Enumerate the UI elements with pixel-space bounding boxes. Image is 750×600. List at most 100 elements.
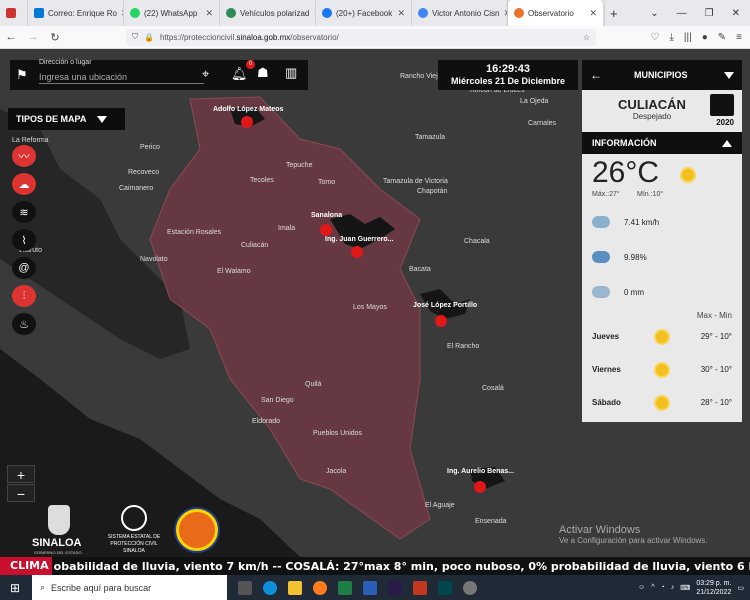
dam-marker-jose-lopez-portillo[interactable] [435,315,447,327]
extensions-icon[interactable]: ✎ [718,32,726,43]
firefox-icon[interactable] [313,580,327,595]
pulse-layer-icon[interactable]: ⌇ [12,229,36,251]
cloud-layer-icon[interactable]: ☁ [12,173,36,195]
buildings-icon[interactable]: ▥ [285,65,297,81]
file-explorer-icon[interactable] [288,580,302,595]
map-type-dropdown[interactable]: TIPOS DE MAPA [8,108,125,130]
map-label: El Aguaje [425,502,455,509]
map-label: Ing. Aurelio Benas... [447,468,514,475]
civil-protection-badge-logo [176,509,218,551]
app-icon[interactable] [463,580,477,595]
downloads-icon[interactable]: ⤓ [670,32,674,43]
rain-icon [592,286,610,298]
word-icon[interactable] [363,580,377,595]
tab-google[interactable]: Victor Antonio Cisn✕ [412,0,508,26]
search-input[interactable] [39,70,204,84]
tab-whatsapp[interactable]: (22) WhatsApp ✕ [124,0,220,26]
facebook-icon [322,8,332,18]
audition-icon[interactable] [438,580,452,595]
city-year: 2020 [716,118,734,127]
sepc-line1: SISTEMA ESTATAL DE [107,534,161,540]
dam-marker-juan-guerrero[interactable] [351,246,363,258]
back-arrow-icon[interactable]: ← [590,68,602,82]
close-tab-icon[interactable]: ✕ [201,8,213,19]
tab-observatorio[interactable]: Observatorio ✕ [508,0,604,26]
hurricane-layer-icon[interactable]: @ [12,257,36,279]
municipios-header: ← MUNICIPIOS [582,60,742,90]
close-tab-icon[interactable]: ✕ [117,8,123,19]
photoshop-icon[interactable] [388,580,402,595]
dam-marker-adolfo-lopez-mateos[interactable] [241,116,253,128]
map-label: Los Mayos [353,304,387,311]
tab-overflow-icon[interactable]: ⌄ [650,8,658,19]
reload-icon[interactable]: ↻ [44,31,66,44]
restore-icon[interactable]: ❐ [705,8,714,19]
bookmark-star-icon[interactable]: ☆ [583,33,590,42]
menu-icon[interactable]: ≡ [736,32,742,43]
taskbar-clock[interactable]: 03:29 p. m. 21/12/2022 [696,579,731,597]
tab-list-button[interactable] [0,0,28,26]
map-label: Imala [278,225,295,232]
fire-layer-icon[interactable]: ♨ [12,313,36,335]
info-header[interactable]: INFORMACIÓN [582,132,742,154]
sepc-line2: PROTECCIÓN CIVIL [110,541,158,547]
wind-layer-icon[interactable]: ≋ [12,201,36,223]
dam-marker-sanalona[interactable] [320,224,332,236]
library-icon[interactable]: ||| [684,32,692,43]
address-bar[interactable]: ⛉ 🔒 https://proteccioncivil. sinaloa.gob.… [126,28,596,46]
map-label: Jacola [326,468,346,475]
keyboard-icon[interactable]: ⌨ [680,584,690,592]
close-window-icon[interactable]: ✕ [732,8,740,19]
tab-correo[interactable]: Correo: Enrique Ro✕ [28,0,124,26]
tab-vehiculos[interactable]: Vehículos polarizad✕ [220,0,316,26]
search-icon: ⌕ [40,582,46,592]
volume-icon[interactable]: ♪ [671,584,675,591]
rain-layer-icon[interactable]: 〰 [12,145,36,167]
zoom-out-button[interactable]: − [7,484,35,502]
temperature-max: Máx.:27° [592,191,620,198]
back-icon[interactable]: ← [0,31,22,43]
locate-icon[interactable]: ⌖ [202,66,209,82]
map-label: Perico [140,144,160,151]
minimize-icon[interactable]: — [677,8,687,19]
taskbar-search[interactable]: ⌕ Escribe aquí para buscar [32,575,227,600]
task-view-icon[interactable] [238,580,252,595]
bell-icon[interactable]: 🔔︎ [231,66,248,82]
network-icon[interactable]: ◔ [660,584,664,591]
map-label: Bacata [409,266,431,273]
current-temperature: 26°C [592,156,660,189]
close-tab-icon[interactable]: ✕ [393,8,405,19]
zoom-in-button[interactable]: + [7,465,35,483]
windows-start-icon[interactable]: ⊞ [10,581,20,595]
google-icon [418,8,428,18]
map-book-icon[interactable]: ⚑ [16,67,28,83]
map-label: Tecoles [250,177,274,184]
clock-date: Miércoles 21 De Diciembre [450,76,566,86]
notifications-icon[interactable]: ▭ [737,584,744,592]
map-label: Adolfo López Mateos [213,106,283,113]
powerpoint-icon[interactable] [413,580,427,595]
close-tab-icon[interactable]: ✕ [499,8,507,19]
forward-icon[interactable]: → [22,31,44,43]
excel-icon[interactable] [338,580,352,595]
forecast-range: 29° - 10° [700,332,732,341]
map-label: Cosalá [482,385,504,392]
shield-icon: ⛉ [132,32,138,41]
hazard-layer-icon[interactable]: ⫶ [12,285,36,307]
alert-person-icon[interactable]: ☗ [257,65,269,81]
account-icon[interactable]: ● [702,32,708,43]
edge-icon[interactable] [263,580,277,595]
map-label: Tomo [318,179,335,186]
new-tab-button[interactable]: + [604,0,624,26]
map-label: Caimanero [119,185,153,192]
chevron-down-icon[interactable] [724,71,734,79]
close-tab-icon[interactable]: ✕ [585,8,597,19]
sun-icon [656,397,668,409]
chevron-up-icon[interactable]: ^ [651,584,654,591]
tab-facebook[interactable]: (20+) Facebook ✕ [316,0,412,26]
dam-marker-aurelio-benassini[interactable] [474,481,486,493]
copy-icon[interactable] [710,94,734,116]
pocket-icon[interactable]: ♡ [651,32,660,43]
person-icon[interactable]: ☺ [638,584,645,591]
close-tab-icon[interactable]: ✕ [309,8,315,19]
